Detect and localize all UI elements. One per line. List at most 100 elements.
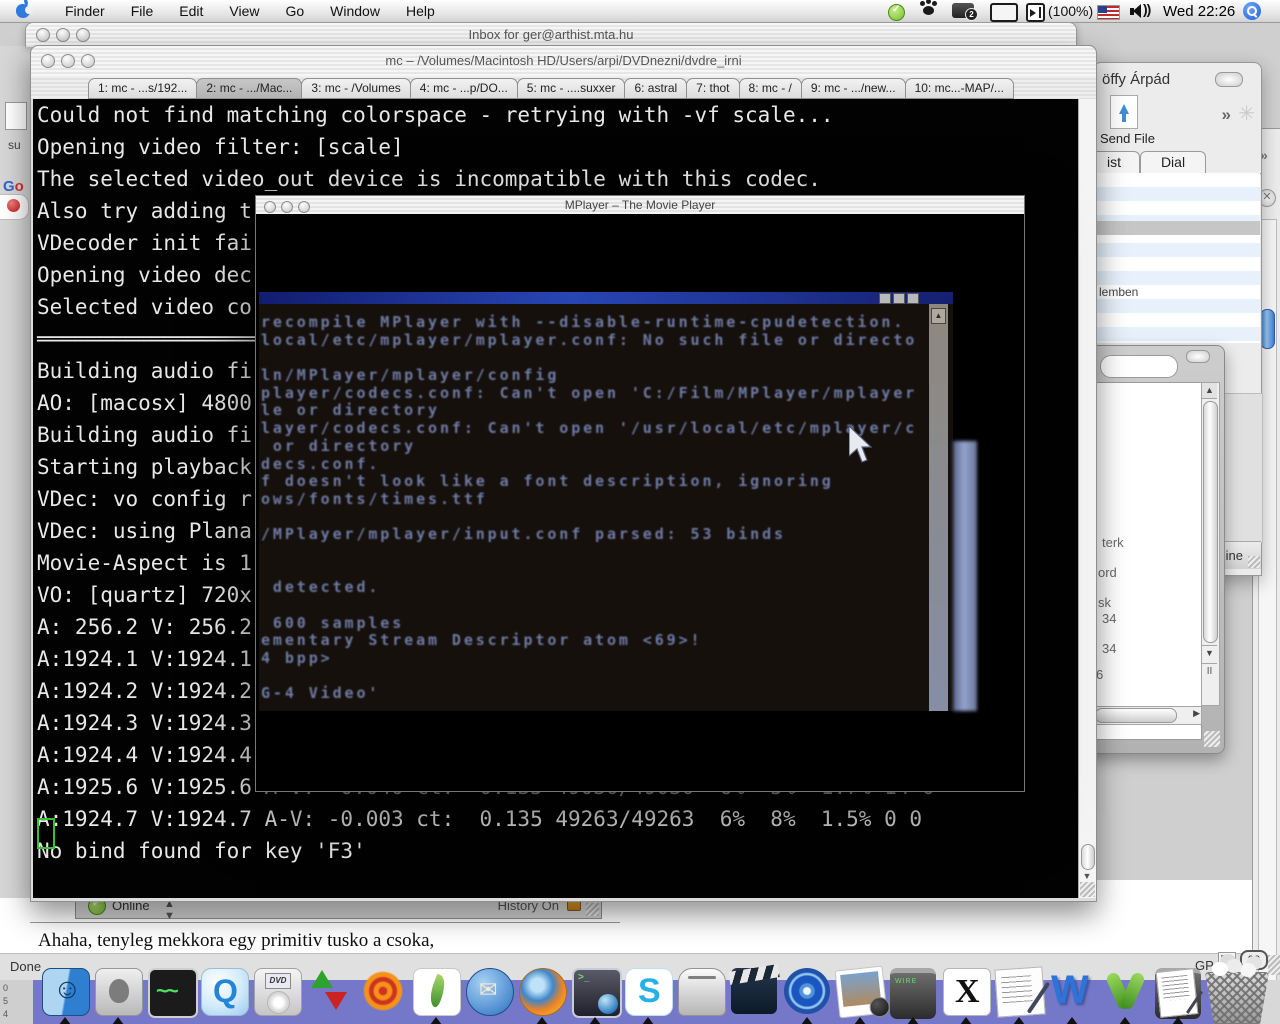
spinner-icon: ✳ xyxy=(1238,101,1255,126)
dock xyxy=(40,966,1203,1024)
dock-word[interactable] xyxy=(1047,966,1097,1024)
selected-row[interactable] xyxy=(1095,221,1260,235)
scrollbar-thumb[interactable] xyxy=(1203,401,1218,643)
tab-dial[interactable]: Dial xyxy=(1140,151,1206,173)
dock-photoshop-feather[interactable] xyxy=(411,966,461,1024)
mc-window-titlebar[interactable]: mc – /Volumes/Macintosh HD/Users/arpi/DV… xyxy=(31,46,1096,77)
scrollbar-thumb[interactable] xyxy=(1081,844,1095,870)
scroll-right-icon[interactable]: ▶ xyxy=(1193,708,1200,719)
running-indicator xyxy=(854,1017,866,1024)
terminal-tab[interactable]: 1: mc - ...s/192... xyxy=(88,78,197,99)
mplayer-titlebar[interactable]: MPlayer – The Movie Player xyxy=(256,196,1024,215)
resize-grip[interactable] xyxy=(1204,731,1220,747)
menu-clock[interactable]: Wed 22:26 xyxy=(1163,3,1235,20)
contact-list[interactable]: lemben xyxy=(1095,173,1260,343)
search-field[interactable] xyxy=(1100,355,1178,378)
minimized-document-icon[interactable] xyxy=(1156,968,1199,1018)
aqua-scrollbar-thumb[interactable] xyxy=(1260,309,1275,349)
terminal-tab[interactable]: 5: mc - ....suxxer xyxy=(517,78,626,99)
toolbar-overflow-icon[interactable]: » xyxy=(1222,105,1231,125)
terminal-tab[interactable]: 3: mc - /Volumes xyxy=(301,78,410,99)
terminal-line: The selected video_out device is incompa… xyxy=(33,163,1079,195)
dock-ipod-dvd[interactable] xyxy=(252,966,302,1024)
scrollbar-thumb[interactable] xyxy=(1095,708,1177,723)
keyboard-layout-icon[interactable] xyxy=(1026,3,1045,22)
gp-label: GP xyxy=(1195,958,1214,973)
menu-item[interactable]: File xyxy=(118,3,167,19)
send-file-label: Send File xyxy=(1100,131,1155,146)
resize-grip[interactable] xyxy=(1080,882,1095,897)
battery-percentage[interactable]: (100%) xyxy=(1048,3,1093,19)
window-manager-icon[interactable]: 2 xyxy=(952,3,974,18)
running-indicator xyxy=(589,1017,601,1024)
dock-spiral-app[interactable] xyxy=(358,966,408,1024)
skype-status-icon[interactable] xyxy=(888,4,905,21)
dock-imovie[interactable] xyxy=(729,966,779,1024)
dock-quicktime[interactable] xyxy=(199,966,249,1024)
dock-terminal[interactable] xyxy=(888,966,938,1024)
terminal-tab[interactable]: 6: astral xyxy=(624,78,687,99)
dock-toast[interactable] xyxy=(676,966,726,1024)
terminal-tab[interactable]: 10: mc...-MAP/... xyxy=(905,78,1014,99)
running-indicator xyxy=(536,1017,548,1024)
dock-firefox[interactable] xyxy=(517,966,567,1024)
terminal-cursor xyxy=(37,818,55,849)
filmed-titlebar xyxy=(259,292,953,304)
terminal-tab[interactable]: 8: mc - / xyxy=(739,78,802,99)
vertical-scrollbar[interactable]: ▲ ▼ II xyxy=(1201,382,1220,706)
terminal-scrollbar[interactable]: ▼ xyxy=(1078,99,1096,898)
menu-item[interactable]: Window xyxy=(317,3,393,19)
resize-grip[interactable] xyxy=(1248,556,1260,568)
dock-activity-monitor[interactable] xyxy=(146,966,196,1024)
running-indicator xyxy=(642,1017,654,1024)
filmed-console-line: ln/MPlayer/mplayer/config xyxy=(261,367,931,385)
contact-window-title: öffy Árpád xyxy=(1102,71,1170,88)
dock-file-transfer[interactable] xyxy=(305,966,355,1024)
pause-icon[interactable]: II xyxy=(1202,663,1217,680)
spotlight-icon[interactable] xyxy=(1243,2,1261,20)
menu-bar: FinderFileEditViewGoWindowHelp 2 (100%) … xyxy=(0,0,1280,23)
inbox-window-titlebar[interactable]: Inbox for ger@arthist.mta.hu xyxy=(25,22,1077,47)
minimize-button[interactable] xyxy=(1186,350,1210,363)
scroll-up-icon[interactable]: ▲ xyxy=(1202,383,1217,399)
dock-x11[interactable] xyxy=(941,966,991,1024)
terminal-line: Could not find matching colorspace - ret… xyxy=(33,99,1079,131)
scroll-down-icon[interactable]: ▼ xyxy=(1202,645,1217,661)
send-file-icon[interactable] xyxy=(1110,95,1138,129)
running-indicator xyxy=(59,1017,71,1024)
dock-system-package[interactable] xyxy=(93,966,143,1024)
minimize-button[interactable] xyxy=(1215,72,1243,87)
dock-text-document[interactable] xyxy=(994,966,1044,1024)
menu-item[interactable]: Go xyxy=(272,3,317,19)
trash-icon[interactable] xyxy=(1205,972,1269,1024)
running-indicator xyxy=(1119,1017,1131,1024)
running-indicator xyxy=(112,1017,124,1024)
menu-item[interactable]: Help xyxy=(393,3,448,19)
video-area[interactable]: recompile MPlayer with --disable-runtime… xyxy=(256,214,1024,791)
dock-msn-messenger[interactable] xyxy=(1100,966,1150,1024)
volume-icon[interactable]: )) xyxy=(1130,4,1156,19)
terminal-tab[interactable]: 4: mc - ...p/DO... xyxy=(410,78,518,99)
terminal-tab[interactable]: 9: mc - .../new... xyxy=(801,78,906,99)
menu-item[interactable]: Edit xyxy=(166,3,216,19)
dock-thunderbird[interactable] xyxy=(464,966,514,1024)
menu-item[interactable]: Finder xyxy=(52,3,118,19)
dock-remote-desktop[interactable] xyxy=(570,966,620,1024)
desktop: #131 Ahaha, tenyleg mekkora egy primitiv… xyxy=(0,0,1280,1024)
list-item-fragment: lemben xyxy=(1099,285,1138,299)
apple-menu-icon[interactable] xyxy=(16,4,30,18)
scroll-down-icon[interactable]: ▼ xyxy=(1079,871,1095,881)
filmed-console-line: layer/codecs.conf: Can't open '/usr/loca… xyxy=(261,420,931,438)
dock-skype[interactable] xyxy=(623,966,673,1024)
dock-iphoto[interactable] xyxy=(835,966,885,1024)
resize-grip[interactable] xyxy=(586,903,599,916)
paw-icon[interactable] xyxy=(923,6,934,15)
display-icon[interactable] xyxy=(990,3,1018,22)
terminal-tab[interactable]: 7: thot xyxy=(686,78,739,99)
dock-dvd-player[interactable] xyxy=(782,966,832,1024)
us-flag-icon[interactable] xyxy=(1097,5,1120,20)
dock-finder[interactable] xyxy=(40,966,90,1024)
menu-item[interactable]: View xyxy=(216,3,272,19)
horizontal-scrollbar[interactable]: ▶ xyxy=(1092,706,1202,725)
terminal-tab[interactable]: 2: mc - .../Mac... xyxy=(196,78,302,99)
